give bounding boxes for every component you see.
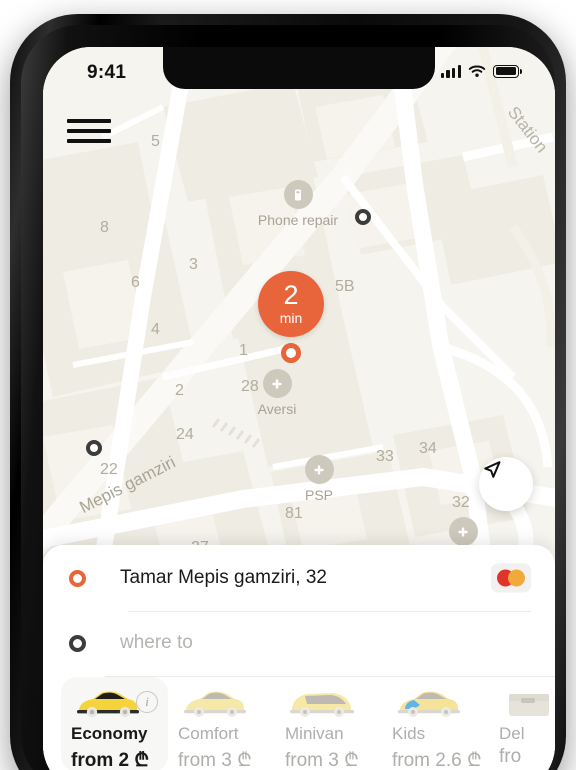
kids-car-icon	[392, 687, 464, 721]
house-number: 32	[452, 494, 470, 511]
eta-value: 2	[283, 280, 299, 310]
house-number: 6	[131, 274, 140, 291]
tariff-price: from 2 ₾	[71, 750, 149, 770]
tariff-economy[interactable]: i Economy from 2 ₾	[61, 677, 168, 770]
menu-bar	[67, 119, 111, 123]
phone-frame: Mepis gamziri Station 5 8 3 6 5B 4 1 28 …	[10, 14, 566, 770]
tariff-price: from 2.6 ₾	[392, 750, 482, 770]
pickup-pin[interactable]	[281, 343, 301, 363]
menu-bar	[67, 139, 111, 143]
tariff-price: from 3 ₾	[285, 750, 359, 770]
house-number: 1	[239, 342, 248, 359]
eta-bubble[interactable]: 2 min	[258, 271, 324, 337]
booking-sheet: Tamar Mepis gamziri, 32 where to i Econo…	[43, 545, 555, 770]
screenshot-root: Mepis gamziri Station 5 8 3 6 5B 4 1 28 …	[0, 0, 576, 770]
poi-aversi-1[interactable]: Aversi	[239, 369, 315, 417]
tariff-list[interactable]: i Economy from 2 ₾ Comfort from 3 ₾ Mini…	[43, 677, 555, 770]
pharmacy-plus-icon	[304, 455, 334, 484]
poi-psp[interactable]: PSP	[281, 455, 357, 503]
tariff-name: Economy	[71, 724, 148, 743]
wifi-icon	[468, 65, 486, 77]
phone-screen: Mepis gamziri Station 5 8 3 6 5B 4 1 28 …	[43, 47, 555, 770]
status-indicators	[440, 64, 523, 78]
tariff-name: Del	[499, 724, 525, 743]
house-number: 34	[419, 440, 437, 457]
house-number: 22	[100, 461, 118, 478]
house-number: 2	[175, 382, 184, 399]
house-number: 24	[176, 426, 194, 443]
map-marker[interactable]	[355, 209, 371, 225]
house-number: 3	[189, 256, 198, 273]
destination-dot-icon	[69, 634, 86, 652]
phone-bezel: Mepis gamziri Station 5 8 3 6 5B 4 1 28 …	[21, 25, 555, 770]
eta-unit: min	[279, 310, 303, 326]
status-clock: 9:41	[87, 62, 127, 83]
sedan-yellow-icon	[71, 687, 143, 721]
poi-label: Aversi	[257, 401, 297, 417]
minivan-icon	[285, 687, 357, 721]
house-number: 5	[151, 133, 160, 150]
tariff-minivan[interactable]: Minivan from 3 ₾	[275, 677, 382, 770]
tariff-name: Comfort	[178, 724, 239, 743]
house-number: 8	[100, 219, 109, 236]
tariff-price: from 3 ₾	[178, 750, 252, 770]
destination-row[interactable]: where to	[43, 611, 555, 675]
mastercard-icon	[497, 569, 525, 587]
destination-input[interactable]: where to	[120, 632, 193, 654]
pickup-address[interactable]: Tamar Mepis gamziri, 32	[120, 567, 327, 589]
menu-bar	[67, 129, 111, 133]
tariff-name: Kids	[392, 724, 426, 743]
delivery-box-icon	[499, 687, 555, 721]
locate-me-button[interactable]	[479, 457, 533, 511]
mc-orange-circle	[508, 569, 525, 587]
payment-method-button[interactable]	[491, 563, 531, 593]
tariff-name: Minivan	[285, 724, 344, 743]
pharmacy-plus-icon	[262, 369, 292, 398]
display-notch	[163, 47, 435, 89]
house-number: 33	[376, 448, 394, 465]
house-number: 4	[151, 321, 160, 338]
tariff-price: fro	[499, 746, 522, 767]
tariff-comfort[interactable]: Comfort from 3 ₾	[168, 677, 275, 770]
pickup-row[interactable]: Tamar Mepis gamziri, 32	[43, 545, 555, 611]
tariff-delivery[interactable]: Del fro	[489, 677, 555, 768]
phone-icon	[283, 180, 313, 209]
poi-phone-repair[interactable]: Phone repair	[243, 180, 353, 228]
info-icon[interactable]: i	[136, 691, 158, 713]
pharmacy-plus-icon	[448, 517, 478, 546]
house-number: 5B	[335, 278, 355, 295]
navigation-arrow-icon	[484, 461, 501, 478]
poi-label: Phone repair	[257, 212, 339, 228]
poi-label: PSP	[304, 487, 333, 503]
sedan-pale-icon	[178, 687, 250, 721]
map-marker[interactable]	[86, 440, 102, 456]
house-number: 81	[285, 505, 303, 522]
battery-full-icon	[493, 64, 523, 78]
tariff-kids[interactable]: Kids from 2.6 ₾	[382, 677, 489, 770]
cellular-bars-icon	[440, 64, 461, 78]
origin-dot-icon	[69, 569, 86, 587]
hamburger-menu-icon[interactable]	[67, 115, 111, 147]
